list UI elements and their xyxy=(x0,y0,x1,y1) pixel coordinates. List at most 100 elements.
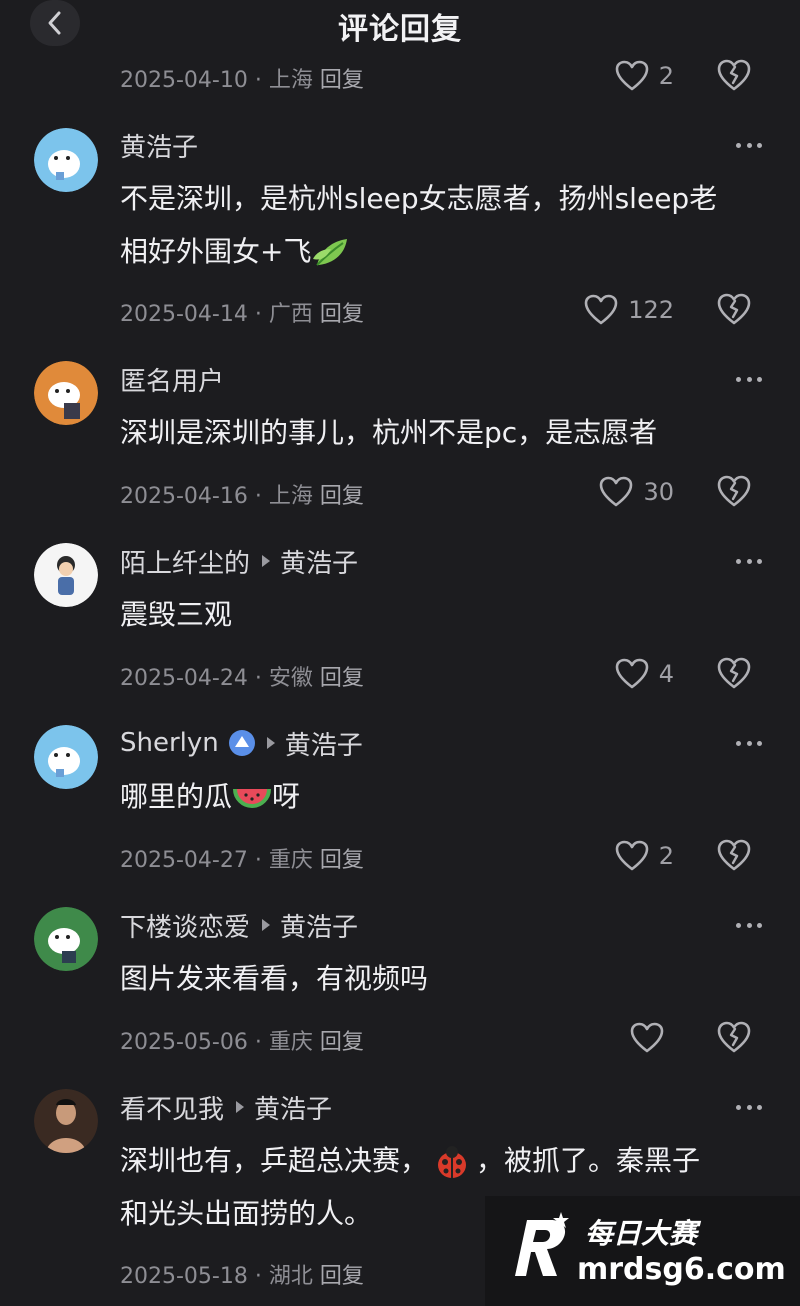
comment-content: 震毁三观 xyxy=(120,588,770,641)
comment-meta: 2025-04-14 · 广西 回复 xyxy=(120,302,364,327)
dislike-button[interactable] xyxy=(716,292,752,328)
comment-line: 相好外围女+飞 xyxy=(120,235,312,268)
more-options-button[interactable] xyxy=(736,915,762,935)
reply-to-arrow-icon xyxy=(236,1101,245,1113)
reply-link[interactable]: 回复 xyxy=(320,68,364,93)
like-count: 2 xyxy=(658,842,674,870)
reply-link[interactable]: 回复 xyxy=(320,848,364,873)
broken-heart-icon xyxy=(717,293,751,325)
avatar[interactable] xyxy=(34,725,98,789)
comment-line: 呀 xyxy=(272,780,301,813)
like-button[interactable]: 2 xyxy=(615,58,674,94)
heart-icon xyxy=(584,294,618,325)
avatar[interactable] xyxy=(34,1089,98,1153)
reply-link[interactable]: 回复 xyxy=(320,1030,364,1055)
reply-to-user[interactable]: 黄浩子 xyxy=(280,543,358,580)
comment-author-row: 下楼谈恋爱 黄浩子 xyxy=(120,907,358,943)
comment-meta: 2025-05-18 · 湖北 回复 xyxy=(120,1264,364,1289)
comment-line-wrap: 相好外围女+飞 xyxy=(120,225,770,278)
reply-to-arrow-icon xyxy=(266,737,275,749)
leaf-emoji-icon xyxy=(313,239,348,266)
dislike-button[interactable] xyxy=(716,474,752,510)
watermelon-emoji-icon xyxy=(233,788,272,808)
comment-location: 上海 xyxy=(268,68,313,93)
reply-to-user[interactable]: 黄浩子 xyxy=(254,1089,332,1126)
avatar[interactable] xyxy=(34,361,98,425)
heart-icon xyxy=(630,1022,664,1053)
avatar[interactable] xyxy=(34,543,98,607)
reply-link[interactable]: 回复 xyxy=(320,484,364,509)
meta-row: 2025-04-27 · 重庆 回复 2 xyxy=(120,836,760,876)
brand-logo-icon xyxy=(515,1212,569,1276)
more-options-button[interactable] xyxy=(736,551,762,571)
heart-icon xyxy=(615,840,649,871)
comment-line: 深圳也有，乒超总决赛， xyxy=(120,1144,429,1177)
like-button[interactable]: 2 xyxy=(615,838,674,874)
reply-link[interactable]: 回复 xyxy=(320,302,364,327)
like-count: 4 xyxy=(658,660,674,688)
comment-author-row: Sherlyn 黄浩子 xyxy=(120,725,363,761)
comment-meta: 2025-04-16 · 上海 回复 xyxy=(120,484,364,509)
comment-content: 不是深圳，是杭州sleep女志愿者，扬州sleep老 相好外围女+飞 xyxy=(120,172,770,278)
comment-line: 深圳是深圳的事儿，杭州不是pc，是志愿者 xyxy=(120,416,658,449)
verified-badge-icon xyxy=(228,730,255,756)
comment-content: 哪里的瓜 呀 xyxy=(120,770,770,823)
watermark: 每日大赛 mrdsg6.com xyxy=(485,1196,800,1306)
dislike-button[interactable] xyxy=(716,1020,752,1056)
comment-date: 2025-04-10 xyxy=(120,68,248,93)
comment-location: 重庆 xyxy=(268,1030,313,1055)
comment-author-row: 匿名用户 xyxy=(120,361,224,397)
comment-location: 广西 xyxy=(268,302,313,327)
like-button[interactable]: 122 xyxy=(584,292,674,328)
avatar[interactable] xyxy=(34,907,98,971)
meta-row: 2025-05-06 · 重庆 回复 xyxy=(120,1018,760,1058)
broken-heart-icon xyxy=(717,657,751,689)
reply-to-user[interactable]: 黄浩子 xyxy=(280,907,358,944)
broken-heart-icon xyxy=(717,839,751,871)
like-button[interactable]: 4 xyxy=(615,656,674,692)
comment-meta: 2025-04-10 · 上海 回复 xyxy=(120,68,364,93)
meta-row: 2025-04-24 · 安徽 回复 4 xyxy=(120,654,760,694)
heart-icon xyxy=(615,60,649,91)
comment-author-row: 陌上纤尘的 黄浩子 xyxy=(120,543,358,579)
page-title: 评论回复 xyxy=(338,12,462,47)
reply-to-user[interactable]: 黄浩子 xyxy=(285,725,363,762)
dislike-button[interactable] xyxy=(716,838,752,874)
header: 评论回复 xyxy=(0,0,800,52)
comment-date: 2025-04-16 xyxy=(120,484,248,509)
more-options-button[interactable] xyxy=(736,733,762,753)
like-button[interactable] xyxy=(630,1020,674,1056)
comment-author[interactable]: 陌上纤尘的 xyxy=(120,543,250,580)
more-options-button[interactable] xyxy=(736,369,762,389)
comment-date: 2025-04-27 xyxy=(120,848,248,873)
comment-line: 哪里的瓜 xyxy=(120,780,233,813)
comment-author[interactable]: 黄浩子 xyxy=(120,127,198,164)
comment-author[interactable]: 看不见我 xyxy=(120,1089,224,1126)
heart-icon xyxy=(600,476,633,507)
more-options-button[interactable] xyxy=(736,135,762,155)
reply-link[interactable]: 回复 xyxy=(320,1264,364,1289)
comment-content: 图片发来看看，有视频吗 xyxy=(120,952,770,1005)
comment-author[interactable]: Sherlyn xyxy=(120,728,219,758)
like-button[interactable]: 30 xyxy=(599,474,674,510)
watermark-title: 每日大赛 xyxy=(585,1217,698,1250)
reply-link[interactable]: 回复 xyxy=(320,666,364,691)
meta-row: 2025-04-16 · 上海 回复 30 xyxy=(120,472,760,512)
comment-author[interactable]: 匿名用户 xyxy=(120,361,224,398)
comment-line: 图片发来看看，有视频吗 xyxy=(120,962,429,995)
more-options-button[interactable] xyxy=(736,1097,762,1117)
comment-line-wrap: 哪里的瓜 呀 xyxy=(120,770,770,823)
dislike-button[interactable] xyxy=(716,58,752,94)
broken-heart-icon xyxy=(717,475,751,507)
comment-date: 2025-05-06 xyxy=(120,1030,248,1055)
comment-date: 2025-04-14 xyxy=(120,302,248,327)
reply-to-arrow-icon xyxy=(262,555,271,567)
avatar[interactable] xyxy=(34,128,98,192)
comment-location: 上海 xyxy=(268,484,313,509)
comment-line: ，被抓了。秦黑子 xyxy=(476,1144,701,1177)
broken-heart-icon xyxy=(717,1021,751,1053)
comment-date: 2025-05-18 xyxy=(120,1264,248,1289)
dislike-button[interactable] xyxy=(716,656,752,692)
comment-meta: 2025-05-06 · 重庆 回复 xyxy=(120,1030,364,1055)
comment-author[interactable]: 下楼谈恋爱 xyxy=(120,907,250,944)
